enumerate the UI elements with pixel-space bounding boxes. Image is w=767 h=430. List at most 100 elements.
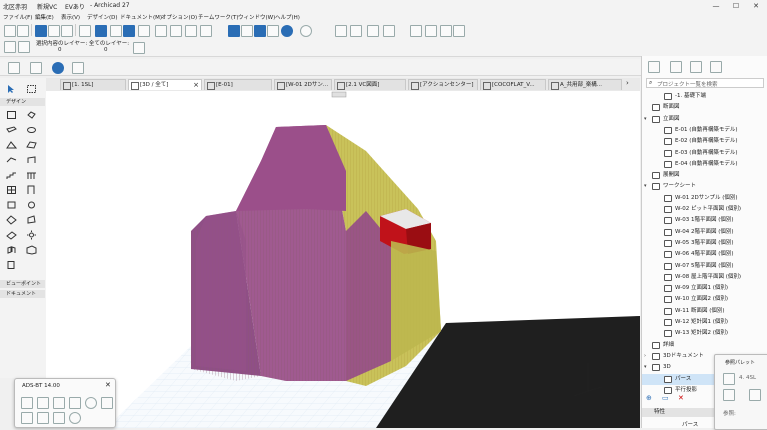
tab-scroll-icon[interactable]: › [626,79,629,87]
navigator-item[interactable]: W-05 3階平面図 (個別) [642,238,767,249]
eyedropper-icon[interactable] [61,25,73,37]
menu-teamwork[interactable]: チームワーク(T) [198,13,239,21]
navigator-item[interactable]: ▾ ワークシート [642,181,767,192]
navigator-item[interactable]: E-04 (自動再構築モデル) [642,159,767,170]
print-icon[interactable] [350,25,362,37]
navigator-item[interactable]: 展開図 [642,170,767,181]
tab-cocoflat[interactable]: [COCOFLAT_V... [480,79,546,90]
navigator-item[interactable]: W-13 矩計図2 (個別) [642,328,767,339]
navigator-item[interactable]: W-07 5階平面図 (個別) [642,261,767,272]
navigator-item[interactable]: W-01 2Dサンプル (個別) [642,193,767,204]
close-tab-icon[interactable]: × [193,80,199,90]
menu-options[interactable]: オプション(O) [161,13,197,21]
tab-vc-drawing[interactable]: [2.1 VC図面] [334,79,406,90]
navigator-item[interactable]: W-04 2階平面図 (個別) [642,227,767,238]
viewpoint-section[interactable]: ビューポイント [0,280,45,288]
palette-tool-5-icon[interactable] [85,397,97,409]
menu-document[interactable]: ドキュメント(M) [120,13,162,21]
tab-e01[interactable]: [E-01] [204,79,272,90]
menu-edit[interactable]: 編集(E) [35,13,54,21]
guide-line-icon[interactable] [95,25,107,37]
teamwork-send-icon[interactable] [367,25,379,37]
palette-tool-10-icon[interactable] [69,412,81,424]
orbit-icon[interactable] [281,25,293,37]
expand-arrow-icon[interactable]: ▾ [644,114,647,125]
minimize-button[interactable]: — [706,1,726,11]
settings-icon[interactable] [440,25,452,37]
group-icon[interactable] [155,25,167,37]
morph-tool-icon[interactable] [26,215,37,225]
navigator-item[interactable]: W-06 4階平面図 (個別) [642,249,767,260]
ref-compare-icon[interactable] [723,389,735,401]
navigator-item[interactable]: W-10 立面図2 (個別) [642,294,767,305]
expand-arrow-icon[interactable]: ▾ [644,362,647,373]
skylight-tool-icon[interactable] [6,230,17,240]
navigator-item[interactable]: W-08 屋上階平面図 (個別) [642,272,767,283]
palette-close-button[interactable]: ✕ [105,381,111,389]
window-icon[interactable] [30,62,42,74]
view-mode-icon[interactable] [52,62,64,74]
layer-icon[interactable] [200,25,212,37]
navigator-item[interactable]: E-01 (自動再構築モデル) [642,125,767,136]
opening-tool-icon[interactable] [6,245,17,255]
ref-swap-icon[interactable] [749,389,761,401]
column-tool-icon[interactable] [26,110,37,120]
expand-arrow-icon[interactable]: ▾ [644,181,647,192]
pick-up-icon[interactable] [35,25,47,37]
palette-tool-1-icon[interactable] [21,397,33,409]
undo-icon[interactable] [4,25,16,37]
grasshopper-icon[interactable] [410,25,422,37]
snap-grid-icon[interactable] [123,25,135,37]
layout-book-icon[interactable] [690,61,702,73]
render-icon[interactable] [425,25,437,37]
navigator-item[interactable]: 断面図 [642,102,767,113]
tab-action-center[interactable]: [アクションセンター] [408,79,478,90]
refresh-icon[interactable] [133,42,145,54]
elevation-icon[interactable] [267,25,279,37]
menu-help[interactable]: ヘルプ(H) [275,13,300,21]
project-map-icon[interactable] [648,61,660,73]
redo-icon[interactable] [17,25,29,37]
navigator-item[interactable]: W-12 矩計図1 (個別) [642,317,767,328]
menu-design[interactable]: デザイン(D) [87,13,118,21]
palette-tool-2-icon[interactable] [37,397,49,409]
menu-file[interactable]: ファイル(F) [3,13,32,21]
maximize-button[interactable]: ☐ [726,1,746,11]
mesh-tool-icon[interactable] [6,155,17,165]
arrow-tool-icon[interactable] [6,84,17,94]
pin-icon[interactable] [8,62,20,74]
palette-tool-8-icon[interactable] [37,412,49,424]
publisher-icon[interactable] [710,61,722,73]
beam-tool-icon[interactable] [6,125,17,135]
design-section[interactable]: デザイン [0,98,45,106]
layer-settings-icon[interactable] [4,41,16,53]
wall-tool-icon[interactable] [6,110,17,120]
navigator-item[interactable]: E-02 (自動再構築モデル) [642,136,767,147]
navigator-search[interactable]: ⌕ プロジェクト一覧を検索 [646,78,764,88]
zone-tool-icon[interactable] [6,215,17,225]
palette-tool-3-icon[interactable] [53,397,65,409]
lock-icon[interactable] [185,25,197,37]
navigator-item[interactable]: ▾ 立面図 [642,114,767,125]
window-tool-icon[interactable] [6,185,17,195]
snap-icon[interactable] [79,25,91,37]
publish-icon[interactable] [335,25,347,37]
palette-tool-4-icon[interactable] [69,397,81,409]
palette-tool-6-icon[interactable] [101,397,113,409]
curtain-wall-tool-icon[interactable] [26,155,37,165]
column-grid-icon[interactable] [6,260,17,270]
layer-combination-icon[interactable] [18,41,30,53]
roof-tool-icon[interactable] [6,140,18,150]
trim-icon[interactable] [170,25,182,37]
expand-arrow-icon[interactable]: › [644,351,646,362]
palette-tool-7-icon[interactable] [21,412,33,424]
navigator-item[interactable]: W-03 1階平面図 (個別) [642,215,767,226]
stair-tool-icon[interactable] [6,170,17,180]
document-section[interactable]: ドキュメント [0,290,45,298]
door-tool-icon[interactable] [26,185,37,195]
tab-3d[interactable]: [3D / 全て] × [128,79,202,90]
floor-plan-icon[interactable] [241,25,253,37]
gravity-icon[interactable] [110,25,122,37]
menu-view[interactable]: 表示(V) [61,13,80,21]
close-button[interactable]: ✕ [746,1,766,11]
